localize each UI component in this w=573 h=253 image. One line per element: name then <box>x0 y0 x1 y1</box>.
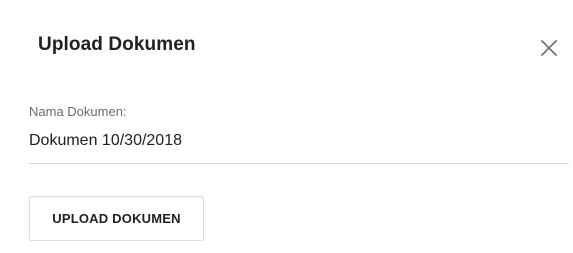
upload-dialog: Upload Dokumen Nama Dokumen: UPLOAD DOKU… <box>0 0 573 253</box>
close-icon <box>538 37 560 59</box>
document-name-label: Nama Dokumen: <box>29 104 127 119</box>
dialog-title: Upload Dokumen <box>38 34 196 55</box>
document-name-input[interactable] <box>29 128 569 164</box>
close-button[interactable] <box>538 37 560 59</box>
upload-document-button[interactable]: UPLOAD DOKUMEN <box>29 196 204 241</box>
